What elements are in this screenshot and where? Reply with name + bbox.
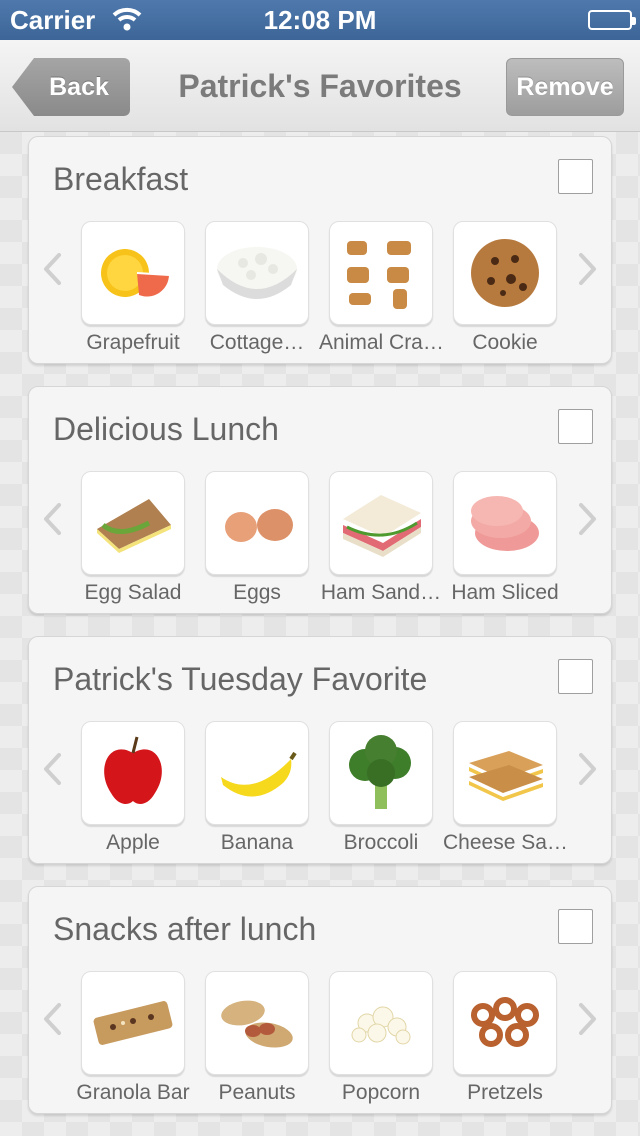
battery-icon xyxy=(588,10,636,30)
page-title: Patrick's Favorites xyxy=(178,68,462,104)
food-item-tile[interactable]: Granola Bar xyxy=(76,971,190,1105)
chevron-left-icon[interactable] xyxy=(37,499,67,539)
favorite-group-card: Patrick's Tuesday Favorite Apple Banana Bro… xyxy=(28,636,612,864)
group-select-checkbox[interactable] xyxy=(558,659,593,694)
food-item-label: Banana xyxy=(220,831,294,854)
banana-icon xyxy=(205,721,309,825)
food-item-tile[interactable]: Eggs xyxy=(205,471,309,605)
back-button[interactable]: Back xyxy=(12,58,130,116)
remove-button[interactable]: Remove xyxy=(506,58,624,116)
food-item-label: Grapefruit xyxy=(86,331,180,354)
chevron-right-icon[interactable] xyxy=(573,499,603,539)
favorite-group-card: Breakfast Grapefruit Cottage… Animal Cra… Co… xyxy=(28,136,612,364)
food-item-label: Eggs xyxy=(233,581,281,604)
food-item-label: Cheese Sa… xyxy=(443,831,567,854)
food-item-label: Granola Bar xyxy=(76,1081,190,1104)
food-item-label: Apple xyxy=(106,831,160,854)
chevron-right-icon[interactable] xyxy=(573,999,603,1039)
group-select-checkbox[interactable] xyxy=(558,409,593,444)
food-item-label: Broccoli xyxy=(343,831,419,854)
group-title: Breakfast xyxy=(53,161,189,197)
chevron-left-icon[interactable] xyxy=(37,749,67,789)
ham-sandwich-icon xyxy=(329,471,433,575)
group-select-checkbox[interactable] xyxy=(558,159,593,194)
status-time: 12:08 PM xyxy=(263,5,377,35)
food-item-tile[interactable]: Popcorn xyxy=(329,971,433,1105)
broccoli-icon xyxy=(329,721,433,825)
food-item-tile[interactable]: Animal Cra… xyxy=(319,221,443,355)
food-item-tile[interactable]: Cheese Sa… xyxy=(443,721,567,855)
popcorn-icon xyxy=(329,971,433,1075)
animal-crackers-icon xyxy=(329,221,433,325)
grapefruit-icon xyxy=(81,221,185,325)
food-item-label: Popcorn xyxy=(341,1081,421,1104)
food-item-label: Cottage… xyxy=(209,331,305,354)
chevron-left-icon[interactable] xyxy=(37,999,67,1039)
egg-salad-sandwich-icon xyxy=(81,471,185,575)
food-item-tile[interactable]: Peanuts xyxy=(205,971,309,1105)
food-item-label: Peanuts xyxy=(218,1081,296,1104)
food-item-tile[interactable]: Pretzels xyxy=(453,971,557,1105)
cottage-cheese-icon xyxy=(205,221,309,325)
cheese-sandwich-icon xyxy=(453,721,557,825)
chevron-right-icon[interactable] xyxy=(573,249,603,289)
peanuts-icon xyxy=(205,971,309,1075)
food-item-tile[interactable]: Ham Sliced xyxy=(451,471,559,605)
granola-bar-icon xyxy=(81,971,185,1075)
cookie-icon xyxy=(453,221,557,325)
group-title: Patrick's Tuesday Favorite xyxy=(53,661,428,697)
eggs-icon xyxy=(205,471,309,575)
favorite-group-card: Snacks after lunch Granola Bar Peanuts Popc… xyxy=(28,886,612,1114)
food-item-tile[interactable]: Grapefruit xyxy=(81,221,185,355)
status-bar: Carrier 12:08 PM xyxy=(0,0,640,40)
chevron-right-icon[interactable] xyxy=(573,749,603,789)
group-title: Delicious Lunch xyxy=(53,411,279,447)
food-item-tile[interactable]: Apple xyxy=(81,721,185,855)
food-item-label: Pretzels xyxy=(467,1081,543,1104)
food-item-tile[interactable]: Egg Salad xyxy=(81,471,185,605)
chevron-left-icon[interactable] xyxy=(37,249,67,289)
favorite-group-card: Delicious Lunch Egg Salad Eggs Ham Sand… Ham… xyxy=(28,386,612,614)
food-item-label: Ham Sand… xyxy=(320,581,442,604)
ham-sliced-icon xyxy=(453,471,557,575)
food-item-label: Ham Sliced xyxy=(451,581,559,604)
apple-icon xyxy=(81,721,185,825)
food-item-tile[interactable]: Cookie xyxy=(453,221,557,355)
food-item-tile[interactable]: Ham Sand… xyxy=(321,471,441,605)
food-item-tile[interactable]: Banana xyxy=(205,721,309,855)
pretzels-icon xyxy=(453,971,557,1075)
food-item-label: Animal Cra… xyxy=(319,331,443,354)
group-select-checkbox[interactable] xyxy=(558,909,593,944)
food-item-label: Egg Salad xyxy=(84,581,182,604)
group-title: Snacks after lunch xyxy=(53,911,317,947)
food-item-label: Cookie xyxy=(472,331,538,354)
food-item-tile[interactable]: Cottage… xyxy=(205,221,309,355)
food-item-tile[interactable]: Broccoli xyxy=(329,721,433,855)
navigation-bar: Back Patrick's Favorites Remove xyxy=(0,40,640,132)
